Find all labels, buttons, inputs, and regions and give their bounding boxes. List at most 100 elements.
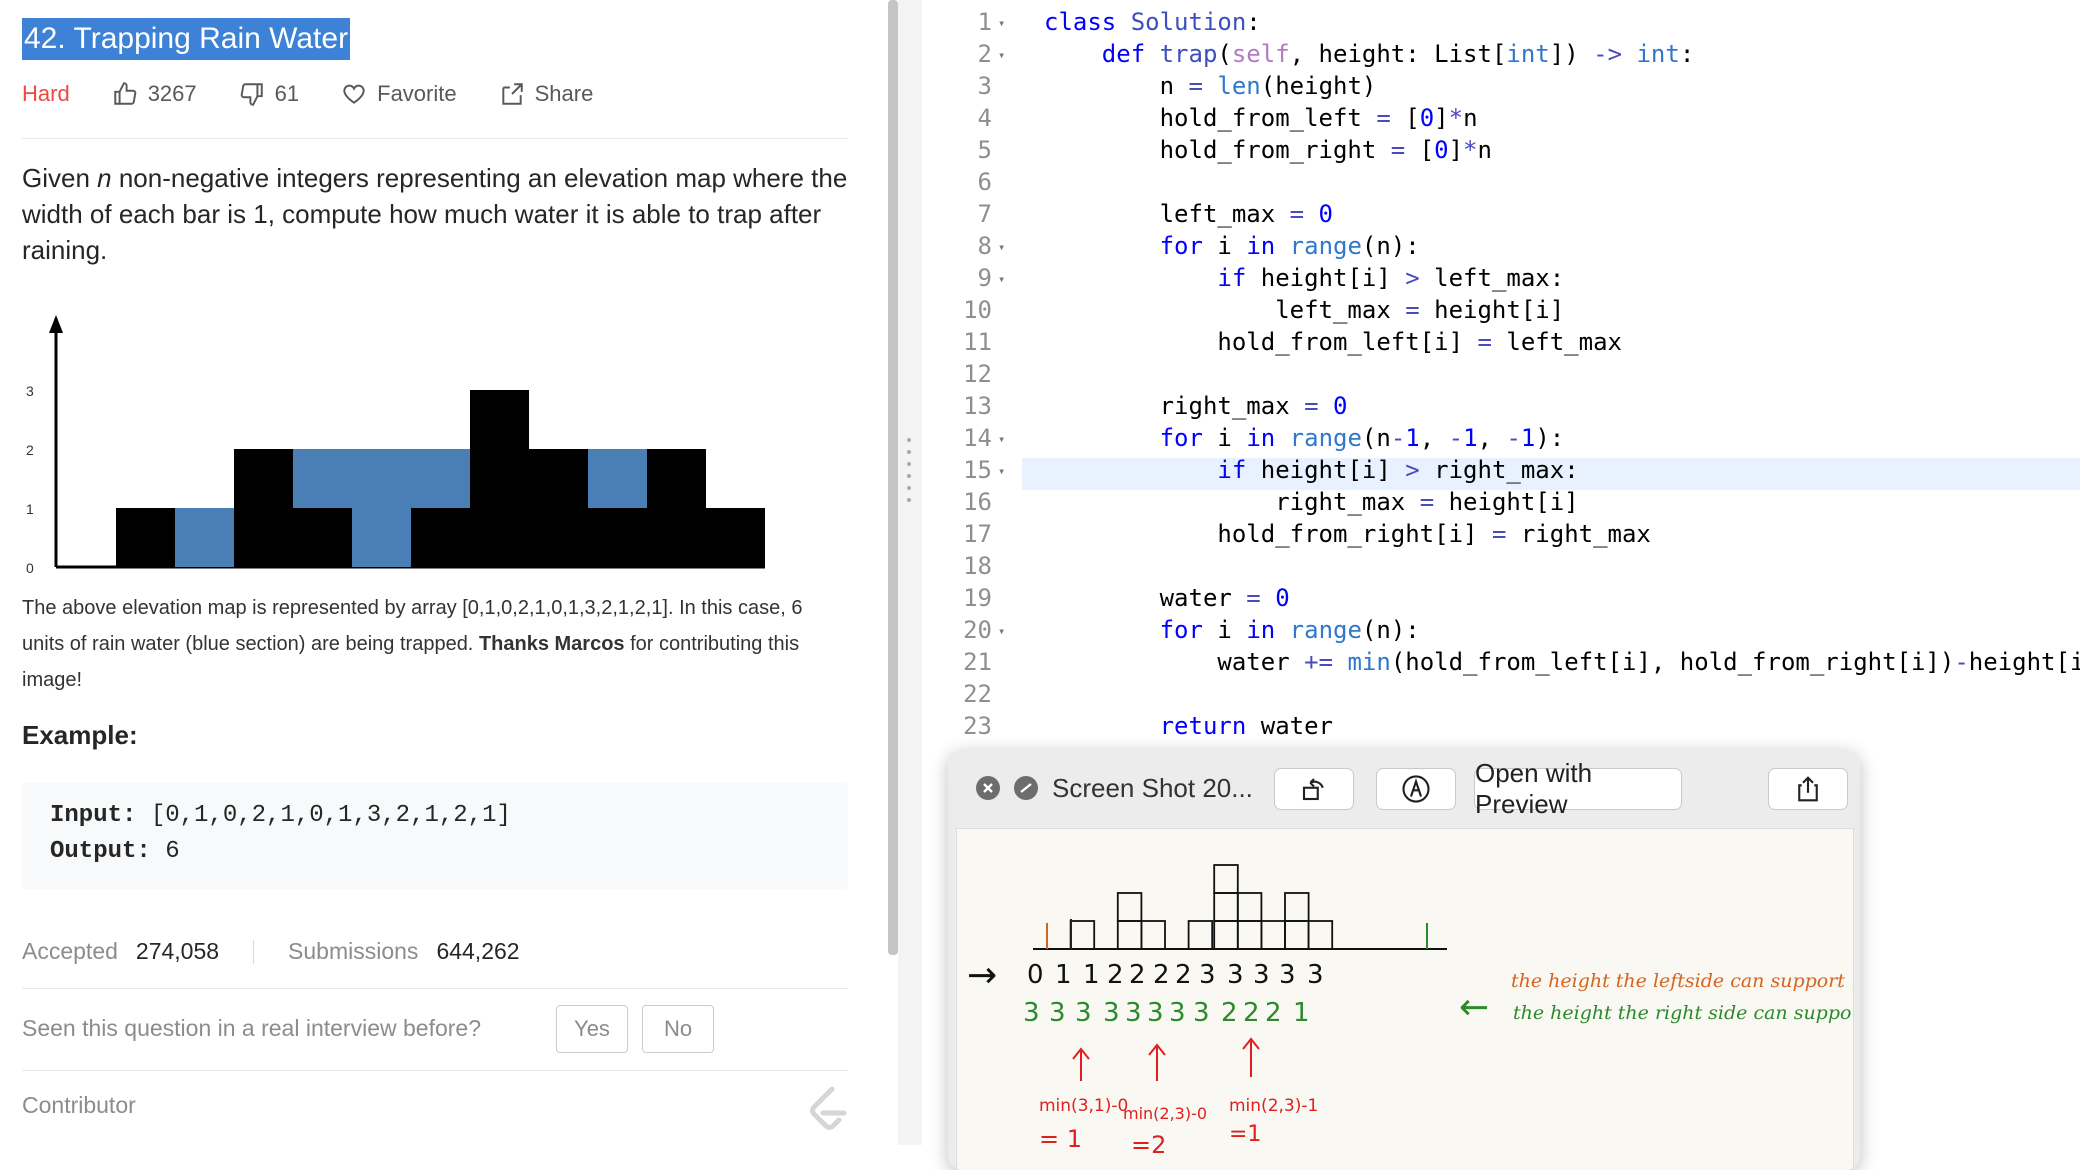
- line-number: 4: [977, 104, 992, 132]
- fold-arrow-icon[interactable]: ▾: [998, 624, 1005, 638]
- submission-stats: Accepted 274,058 Submissions 644,262: [22, 938, 520, 965]
- fold-arrow-icon[interactable]: ▾: [998, 240, 1005, 254]
- line-number: 17: [963, 520, 992, 548]
- contributor-label: Contributor: [22, 1092, 136, 1118]
- leetcode-logo-icon: [810, 1086, 847, 1130]
- sketch-block: [1069, 920, 1096, 950]
- fullscreen-button[interactable]: [1014, 776, 1038, 800]
- output-value: 6: [150, 838, 180, 865]
- code-line: water = 0: [1044, 584, 1290, 612]
- divider-line: [22, 988, 848, 989]
- heart-icon: [343, 84, 365, 104]
- y-tick-label: 0: [26, 560, 34, 575]
- calc-1-result: = 1: [1039, 1125, 1082, 1153]
- sketch-block: [1187, 920, 1214, 950]
- right-max-value: 2: [1265, 998, 1282, 1028]
- right-max-value: 2: [1243, 998, 1260, 1028]
- sketch-block: [1284, 892, 1310, 922]
- line-number: 7: [977, 200, 992, 228]
- dislike-button[interactable]: 61: [239, 81, 299, 107]
- code-line: right_max = 0: [1044, 392, 1348, 420]
- elevation-map-chart: 0 1 2 3: [26, 315, 765, 575]
- code-line: hold_from_right[i] = right_max: [1044, 520, 1651, 548]
- calc-1: min(3,1)-0: [1039, 1096, 1128, 1116]
- right-max-value: 3: [1103, 998, 1120, 1028]
- fold-arrow-icon[interactable]: ▾: [998, 432, 1005, 446]
- sketch-block: [1236, 920, 1263, 950]
- favorite-button[interactable]: Favorite: [341, 81, 457, 107]
- input-label: Input:: [50, 802, 137, 829]
- sketch-block: [1284, 920, 1310, 950]
- markup-button[interactable]: [1376, 768, 1456, 810]
- left-max-value: 3: [1279, 960, 1296, 990]
- right-max-value: 3: [1169, 998, 1186, 1028]
- close-icon: [983, 783, 993, 793]
- panel-resize-handle[interactable]: [898, 0, 922, 1145]
- quicklook-toolbar: Screen Shot 20... Open with Preview: [948, 750, 1860, 826]
- y-tick-label: 2: [26, 442, 34, 458]
- water-block: [411, 449, 470, 508]
- problem-title: 42. Trapping Rain Water: [22, 18, 351, 60]
- close-button[interactable]: [976, 776, 1000, 800]
- open-with-preview-button[interactable]: Open with Preview: [1474, 758, 1682, 819]
- no-button[interactable]: No: [642, 1005, 714, 1053]
- code-line: right_max = height[i]: [1044, 488, 1579, 516]
- left-max-value: 2: [1175, 960, 1192, 990]
- calc-2-result: =2: [1131, 1131, 1166, 1159]
- like-button[interactable]: 3267: [112, 81, 197, 107]
- fold-arrow-icon[interactable]: ▾: [998, 16, 1005, 30]
- quicklook-image: → ← 011222233333 333333332221 the height…: [956, 828, 1860, 1170]
- line-number: 12: [963, 360, 992, 388]
- y-axis-arrow-icon: [49, 315, 63, 333]
- caption-bold: Thanks Marcos: [478, 633, 625, 655]
- left-max-value: 1: [1055, 960, 1072, 990]
- line-number: 19: [963, 584, 992, 612]
- input-value: [0,1,0,2,1,0,1,3,2,1,2,1]: [136, 802, 511, 829]
- thumbs-up-icon: [113, 82, 136, 105]
- line-number: 15: [963, 456, 992, 484]
- fold-arrow-icon[interactable]: ▾: [998, 464, 1005, 478]
- yes-button[interactable]: Yes: [556, 1005, 628, 1053]
- elevation-bar: [588, 508, 647, 567]
- like-count: 3267: [147, 81, 197, 106]
- sketch-block: [1116, 920, 1143, 950]
- chart-caption: The above elevation map is represented b…: [22, 590, 832, 698]
- code-line: def trap(self, height: List[int]) -> int…: [1101, 40, 1695, 68]
- line-number: 9: [977, 264, 992, 292]
- elevation-bar: [647, 449, 706, 567]
- left-max-value: 1: [1083, 960, 1100, 990]
- right-max-value: 3: [1075, 998, 1092, 1028]
- quicklook-window: Screen Shot 20... Open with Preview → ← …: [948, 750, 1860, 1170]
- fold-arrow-icon[interactable]: ▾: [998, 272, 1005, 286]
- left-panel-scrollbar[interactable]: [888, 0, 898, 955]
- y-tick-label: 3: [26, 383, 34, 399]
- rotate-button[interactable]: [1274, 768, 1354, 810]
- desc-text-1: Given: [22, 163, 98, 193]
- y-tick-label: 1: [26, 501, 34, 517]
- left-max-value: 2: [1129, 960, 1146, 990]
- water-block: [175, 508, 234, 567]
- share-sheet-button[interactable]: [1768, 768, 1848, 810]
- example-box: Input: [0,1,0,2,1,0,1,3,2,1,2,1] Output:…: [22, 783, 848, 889]
- divider-line: [22, 1070, 848, 1071]
- right-max-value: 1: [1293, 998, 1310, 1028]
- right-max-value: 3: [1049, 998, 1066, 1028]
- water-block: [588, 449, 647, 508]
- code-line: water += min(hold_from_left[i], hold_fro…: [1044, 648, 2080, 676]
- share-button[interactable]: Share: [499, 81, 593, 107]
- desc-text-2: non-negative integers representing an el…: [22, 163, 848, 265]
- fold-arrow-icon[interactable]: ▾: [998, 48, 1005, 62]
- submissions-value: 644,262: [436, 938, 520, 964]
- right-max-value: 3: [1147, 998, 1164, 1028]
- accepted-value: 274,058: [135, 938, 220, 964]
- drag-dots-icon: [907, 438, 913, 510]
- line-number: 21: [963, 648, 992, 676]
- code-line: hold_from_left[i] = left_max: [1044, 328, 1622, 356]
- left-max-value: 2: [1107, 960, 1124, 990]
- calc-3: min(2,3)-1: [1229, 1096, 1318, 1116]
- right-max-value: 3: [1125, 998, 1142, 1028]
- code-line: hold_from_right = [0]*n: [1044, 136, 1492, 164]
- interview-question: Seen this question in a real interview b…: [22, 1015, 482, 1041]
- elevation-bar: [529, 449, 588, 567]
- line-number: 1: [977, 8, 992, 36]
